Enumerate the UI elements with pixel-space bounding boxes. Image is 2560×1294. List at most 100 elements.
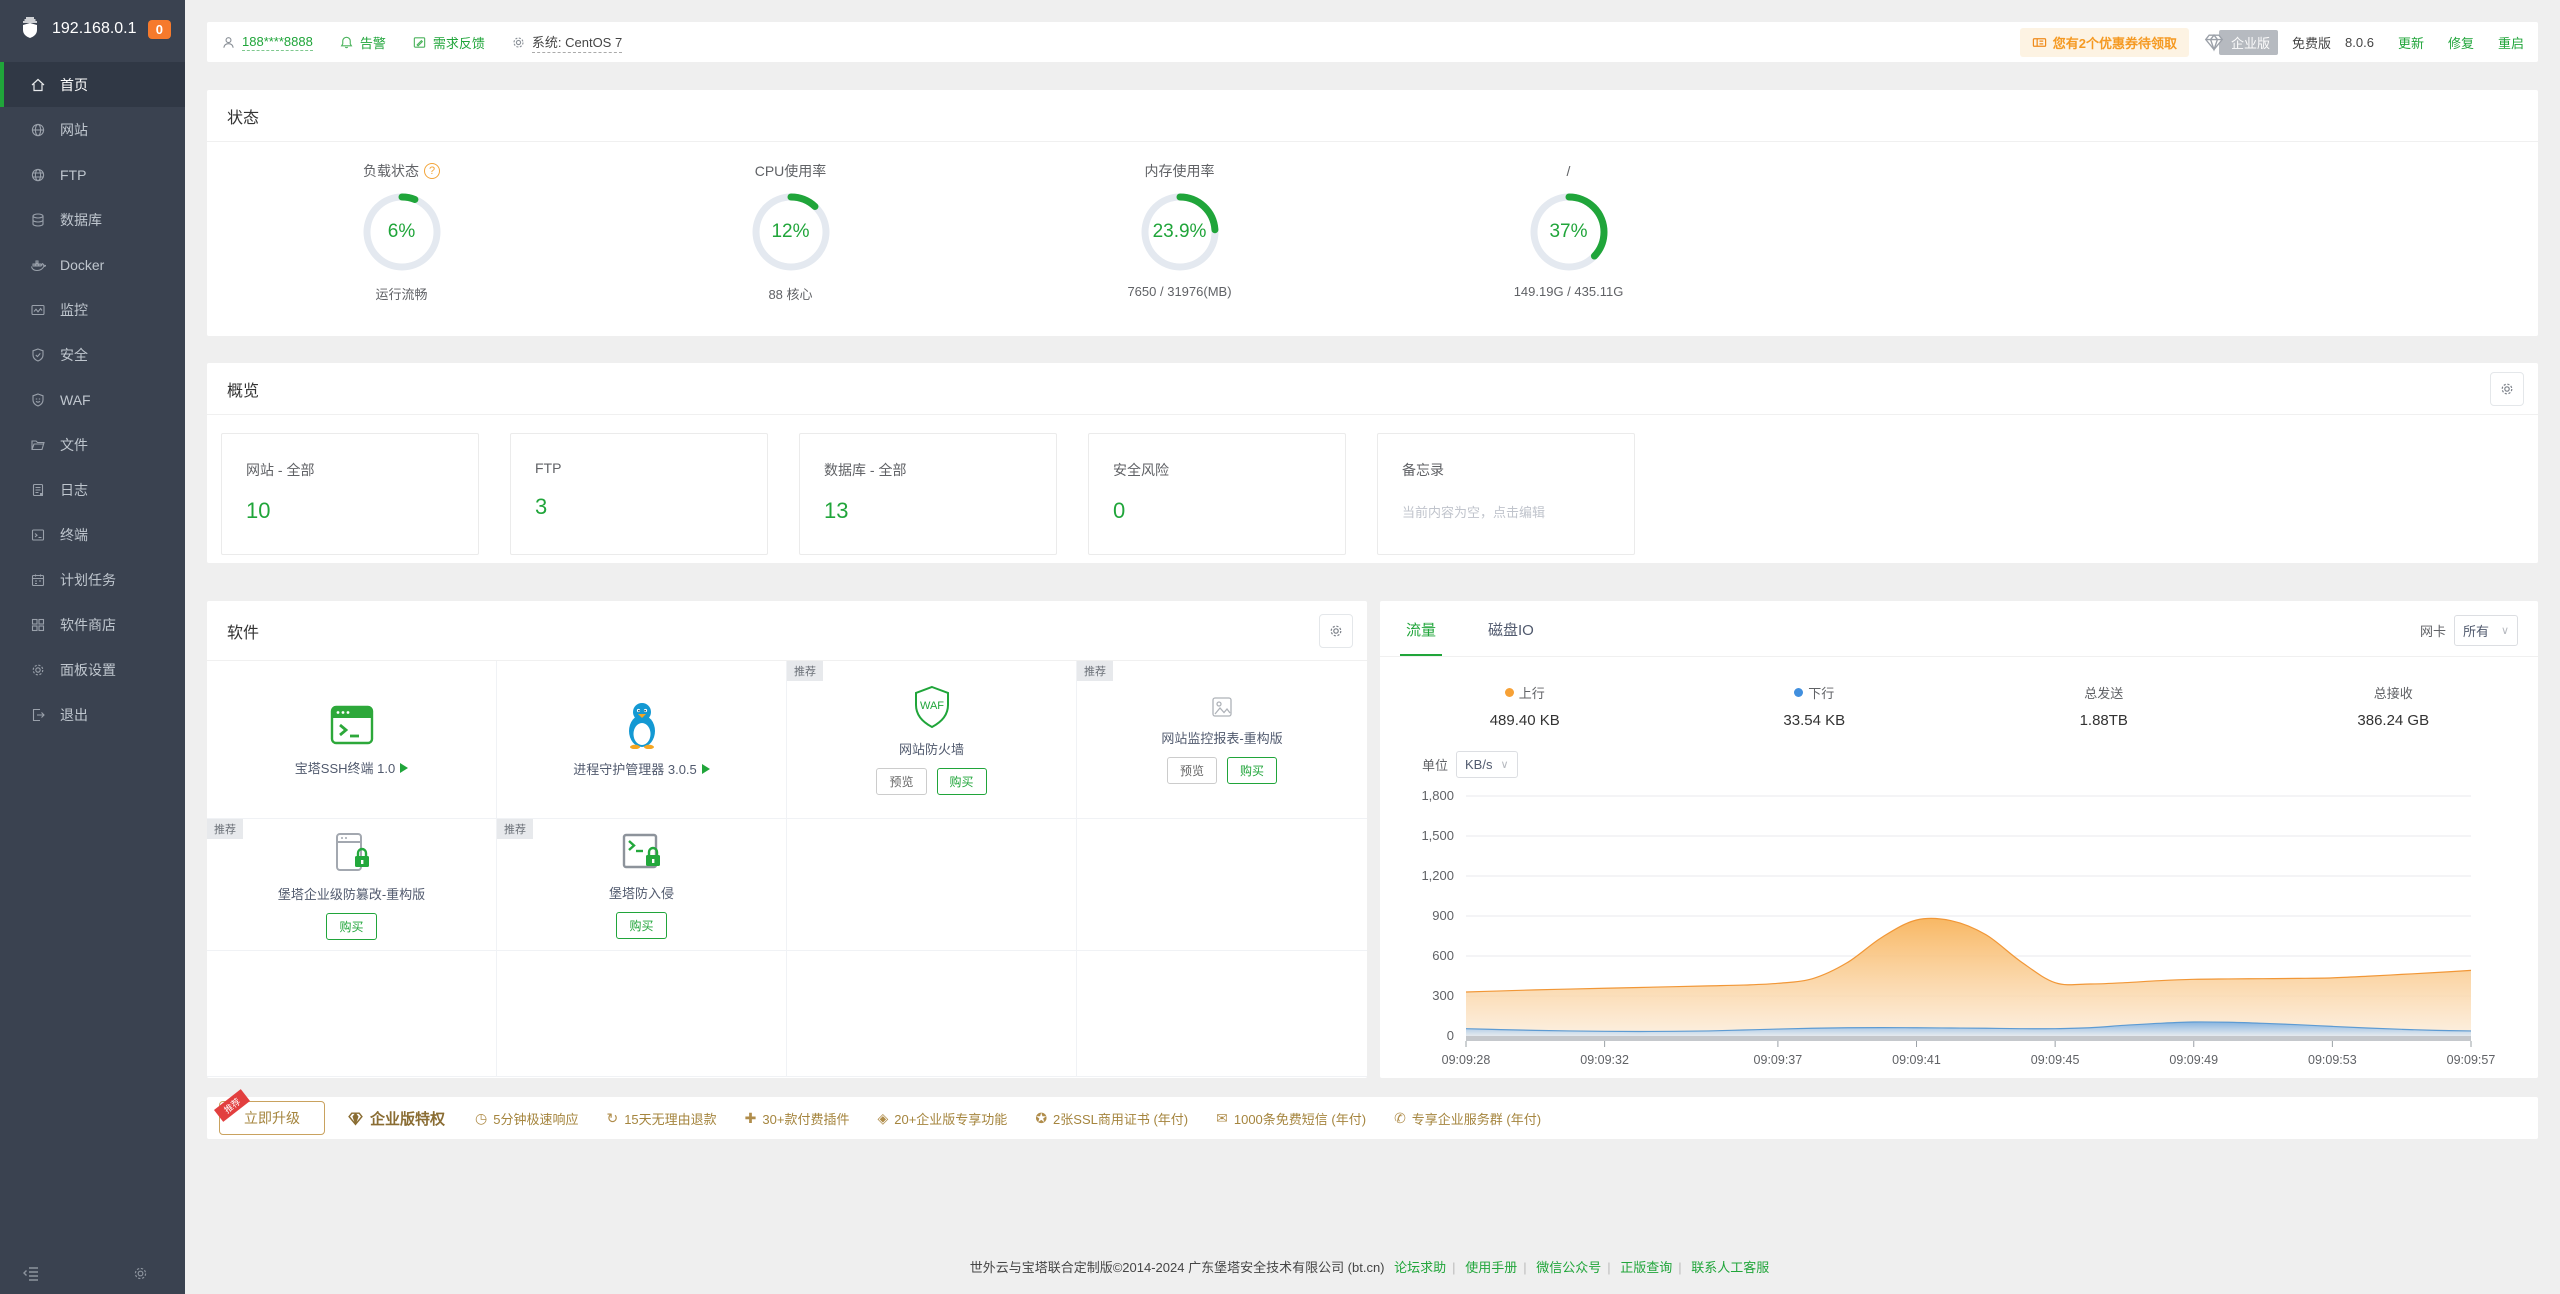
preview-button[interactable]: 预览 bbox=[1167, 757, 1217, 784]
sidebar-item-appstore[interactable]: 软件商店 bbox=[0, 602, 185, 647]
ssh-terminal-icon bbox=[329, 702, 375, 748]
sidebar-item-label: 数据库 bbox=[60, 210, 102, 230]
upgrade-now-button[interactable]: 推荐 立即升级 bbox=[219, 1101, 325, 1135]
coupon-banner[interactable]: 您有2个优惠券待领取 bbox=[2020, 28, 2189, 57]
topbar-alarm[interactable]: 告警 bbox=[339, 33, 386, 52]
sidebar-item-logs[interactable]: 日志 bbox=[0, 467, 185, 512]
stat-total-sent: 总发送 1.88TB bbox=[1959, 683, 2249, 729]
sidebar-item-home[interactable]: 首页 bbox=[0, 62, 185, 107]
unit-select[interactable]: KB/s ∨ bbox=[1456, 751, 1518, 778]
sidebar-item-docker[interactable]: Docker bbox=[0, 242, 185, 287]
nic-select[interactable]: 所有 ∨ bbox=[2454, 615, 2518, 646]
help-icon[interactable]: ? bbox=[424, 163, 440, 179]
alarm-label[interactable]: 告警 bbox=[360, 33, 386, 52]
gauge-memory[interactable]: 内存使用率 23.9% 7650 / 31976(MB) bbox=[985, 160, 1374, 303]
status-section: 状态 负载状态? 6% 运行流畅 CPU使用率 12% 88 核心 内存使用率 bbox=[207, 90, 2538, 336]
buy-button[interactable]: 购买 bbox=[937, 768, 987, 795]
overview-card-security-risk[interactable]: 安全风险 0 bbox=[1088, 433, 1346, 555]
overview-card-websites[interactable]: 网站 - 全部 10 bbox=[221, 433, 479, 555]
topbar-system[interactable]: 系统: CentOS 7 bbox=[511, 32, 622, 53]
sidebar-item-label: 文件 bbox=[60, 435, 88, 455]
panel-gear-icon[interactable] bbox=[132, 1264, 149, 1282]
sidebar-item-waf[interactable]: WAF bbox=[0, 377, 185, 422]
buy-button[interactable]: 购买 bbox=[616, 912, 666, 939]
overview-card-value[interactable]: 0 bbox=[1113, 498, 1345, 524]
software-item-intrusion-prevention[interactable]: 推荐 堡塔防入侵 购买 bbox=[497, 819, 787, 951]
restart-button[interactable]: 重启 bbox=[2498, 33, 2524, 52]
overview-card-memo[interactable]: 备忘录 当前内容为空，点击编辑 bbox=[1377, 433, 1635, 555]
server-identity[interactable]: 192.168.0.1 0 bbox=[0, 0, 185, 58]
software-item-monitor-report[interactable]: 推荐 网站监控报表-重构版 预览 购买 bbox=[1077, 661, 1367, 819]
sidebar-item-settings[interactable]: 面板设置 bbox=[0, 647, 185, 692]
sidebar-item-ftp[interactable]: FTP bbox=[0, 152, 185, 197]
overview-card-value[interactable]: 10 bbox=[246, 498, 478, 524]
overview-card-label: 网站 - 全部 bbox=[246, 460, 478, 480]
play-icon[interactable] bbox=[702, 764, 710, 774]
tab-traffic[interactable]: 流量 bbox=[1400, 605, 1442, 656]
software-settings-button[interactable] bbox=[1319, 614, 1353, 648]
buy-button[interactable]: 购买 bbox=[1227, 757, 1277, 784]
update-button[interactable]: 更新 bbox=[2398, 33, 2424, 52]
penguin-icon bbox=[622, 701, 662, 749]
software-item-waf[interactable]: 推荐 WAF 网站防火墙 预览 购买 bbox=[787, 661, 1077, 819]
perk-service-group[interactable]: ✆专享企业服务群 (年付) bbox=[1394, 1109, 1541, 1128]
topbar-user[interactable]: 188****8888 bbox=[221, 34, 313, 51]
sidebar-item-website[interactable]: 网站 bbox=[0, 107, 185, 152]
overview-card-value[interactable]: 13 bbox=[824, 498, 1056, 524]
enterprise-chip[interactable]: 企业版 bbox=[2203, 30, 2278, 55]
software-item-tamper-proof[interactable]: 推荐 堡塔企业级防篡改-重构版 购买 bbox=[207, 819, 497, 951]
sidebar-item-logout[interactable]: 退出 bbox=[0, 692, 185, 737]
software-item-ssh-terminal[interactable]: 宝塔SSH终端 1.0 bbox=[207, 661, 497, 819]
perk-fast-response[interactable]: ◷5分钟极速响应 bbox=[475, 1109, 578, 1128]
perk-label: 1000条免费短信 (年付) bbox=[1234, 1109, 1366, 1128]
sidebar-item-security[interactable]: 安全 bbox=[0, 332, 185, 377]
topbar-feedback[interactable]: 需求反馈 bbox=[412, 33, 485, 52]
play-icon[interactable] bbox=[400, 763, 408, 773]
gauge-label: / bbox=[1567, 163, 1571, 179]
buy-button[interactable]: 购买 bbox=[326, 913, 376, 940]
footer-link-support[interactable]: 联系人工客服 bbox=[1691, 1260, 1769, 1275]
feedback-label[interactable]: 需求反馈 bbox=[433, 33, 485, 52]
sidebar-item-monitor[interactable]: 监控 bbox=[0, 287, 185, 332]
message-count-badge[interactable]: 0 bbox=[148, 20, 171, 39]
footer-link-forum[interactable]: 论坛求助 bbox=[1394, 1260, 1446, 1275]
sidebar-item-database[interactable]: 数据库 bbox=[0, 197, 185, 242]
user-phone[interactable]: 188****8888 bbox=[242, 34, 313, 51]
overview-card-ftp[interactable]: FTP 3 bbox=[510, 433, 768, 555]
overview-card-databases[interactable]: 数据库 - 全部 13 bbox=[799, 433, 1057, 555]
footer-link-wechat[interactable]: 微信公众号 bbox=[1536, 1260, 1601, 1275]
footer-link-genuine-check[interactable]: 正版查询 bbox=[1620, 1260, 1672, 1275]
sidebar-item-label: 软件商店 bbox=[60, 615, 116, 635]
preview-button[interactable]: 预览 bbox=[876, 768, 926, 795]
traffic-chart[interactable]: 03006009001,2001,5001,80009:09:2809:09:3… bbox=[1386, 782, 2538, 1087]
tab-disk-io[interactable]: 磁盘IO bbox=[1482, 605, 1540, 656]
memo-placeholder[interactable]: 当前内容为空，点击编辑 bbox=[1402, 502, 1634, 521]
database-icon bbox=[30, 212, 46, 228]
sidebar-item-cron[interactable]: 计划任务 bbox=[0, 557, 185, 602]
enterprise-perks-title[interactable]: 企业版特权 bbox=[347, 1108, 445, 1129]
overview-card-value[interactable]: 3 bbox=[535, 494, 767, 520]
monitor-chart-icon bbox=[30, 302, 46, 318]
perk-paid-plugins[interactable]: ✚30+款付费插件 bbox=[745, 1109, 850, 1128]
overview-settings-button[interactable] bbox=[2490, 372, 2524, 406]
nic-selected-value: 所有 bbox=[2463, 621, 2489, 640]
repair-button[interactable]: 修复 bbox=[2448, 33, 2474, 52]
system-label[interactable]: 系统: CentOS 7 bbox=[532, 32, 622, 53]
perk-free-sms[interactable]: ✉1000条免费短信 (年付) bbox=[1216, 1109, 1366, 1128]
gauge-disk-root[interactable]: / 37% 149.19G / 435.11G bbox=[1374, 160, 1763, 303]
overview-card-label: 数据库 - 全部 bbox=[824, 460, 1056, 480]
software-item-name: 堡塔防入侵 bbox=[609, 883, 674, 902]
gauge-cpu[interactable]: CPU使用率 12% 88 核心 bbox=[596, 160, 985, 303]
footer-link-manual[interactable]: 使用手册 bbox=[1465, 1260, 1517, 1275]
perk-refund[interactable]: ↻15天无理由退款 bbox=[606, 1109, 716, 1128]
stat-total-received: 总接收 386.24 GB bbox=[2249, 683, 2539, 729]
perk-ssl-certs[interactable]: ✪2张SSL商用证书 (年付) bbox=[1035, 1109, 1188, 1128]
sidebar-item-files[interactable]: 文件 bbox=[0, 422, 185, 467]
software-item-process-guard[interactable]: 进程守护管理器 3.0.5 bbox=[497, 661, 787, 819]
gauge-load[interactable]: 负载状态? 6% 运行流畅 bbox=[207, 160, 596, 303]
sidebar-item-terminal[interactable]: 终端 bbox=[0, 512, 185, 557]
gem-outline-icon: ◈ bbox=[877, 1110, 888, 1127]
collapse-sidebar-icon[interactable] bbox=[22, 1264, 40, 1282]
perk-exclusive-features[interactable]: ◈20+企业版专享功能 bbox=[877, 1109, 1007, 1128]
sidebar-menu: 首页 网站 FTP 数据库 Docker 监控 安全 WAF bbox=[0, 62, 185, 737]
